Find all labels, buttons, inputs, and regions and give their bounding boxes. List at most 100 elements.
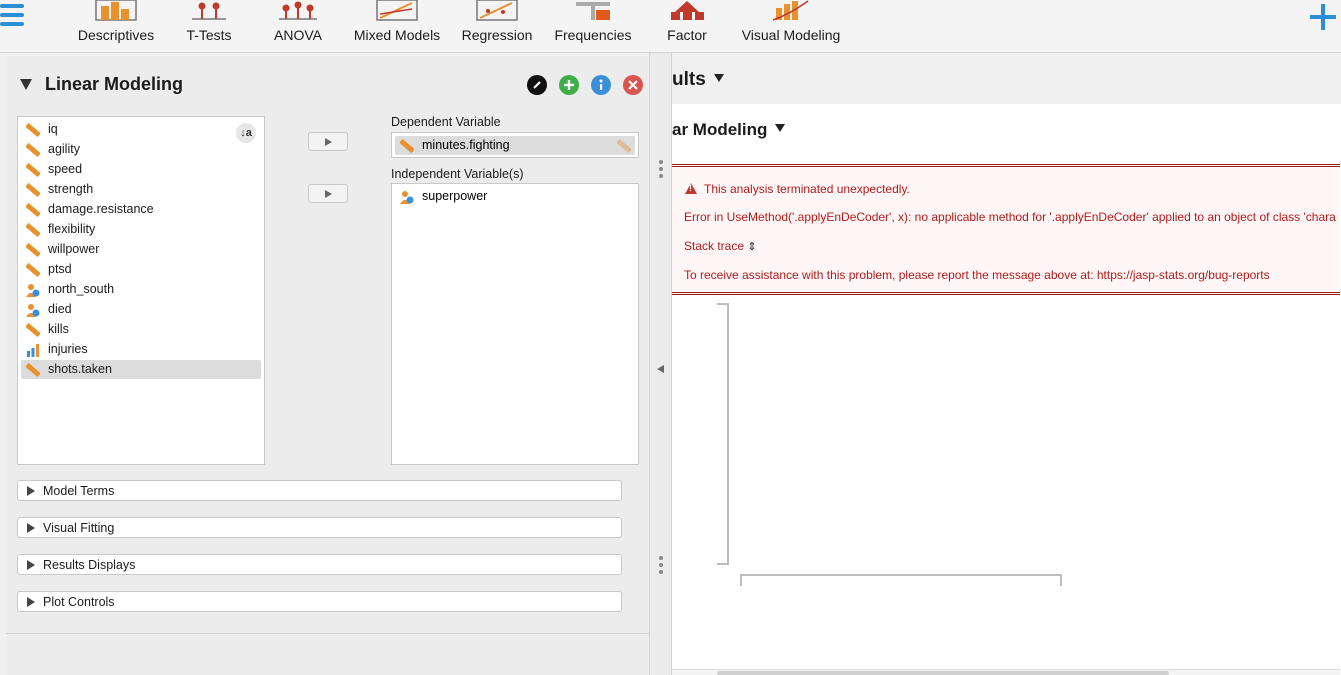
expand-icon	[27, 486, 35, 496]
nominal-variable-icon	[26, 284, 40, 297]
variable-name: injuries	[48, 342, 88, 356]
edit-title-button[interactable]	[527, 75, 547, 95]
drag-handle-icon[interactable]	[659, 160, 663, 181]
report-message: To receive assistance with this problem,…	[684, 268, 1270, 282]
expand-icon	[27, 560, 35, 570]
ordinal-variable-icon	[27, 344, 39, 357]
ribbon-label: Factor	[667, 27, 707, 43]
scale-variable-icon	[26, 243, 40, 257]
ribbon-label: Mixed Models	[353, 27, 441, 43]
collapse-panel-icon[interactable]	[657, 365, 664, 373]
dependent-variable-item[interactable]: minutes.fighting	[395, 136, 635, 155]
divider	[6, 633, 649, 634]
analysis-title[interactable]: Linear Modeling	[45, 74, 183, 95]
ribbon-label: Descriptives	[77, 27, 155, 43]
menu-icon[interactable]	[0, 2, 26, 30]
analysis-panel: Linear Modeling ↓a iq agility speed strengt…	[6, 56, 649, 675]
scale-variable-icon	[26, 263, 40, 277]
variable-name: iq	[48, 122, 58, 136]
add-module-icon[interactable]	[1308, 2, 1338, 32]
dependent-variable-label: Dependent Variable	[391, 115, 501, 129]
drag-handle-icon[interactable]	[659, 556, 663, 577]
ribbon-anova[interactable]: ANOVA	[268, 0, 328, 50]
section-results-displays[interactable]: Results Displays	[17, 554, 622, 575]
variable-list-item[interactable]: willpower	[21, 240, 261, 259]
results-panel: ults ar Modeling This analysis terminate…	[671, 53, 1341, 675]
expand-icon	[27, 523, 35, 533]
scale-variable-icon	[26, 223, 40, 237]
results-header: ults	[672, 53, 1341, 104]
variable-list-item[interactable]: damage.resistance	[21, 200, 261, 219]
section-visual-fitting[interactable]: Visual Fitting	[17, 517, 622, 538]
ribbon-ttests[interactable]: T-Tests	[178, 0, 240, 50]
independent-variables-label: Independent Variable(s)	[391, 167, 524, 181]
section-plot-controls[interactable]: Plot Controls	[17, 591, 622, 612]
dependent-variable-name: minutes.fighting	[422, 138, 510, 152]
mixed-models-icon	[376, 0, 418, 22]
ribbon-regression[interactable]: Regression	[458, 0, 536, 50]
ribbon-factor[interactable]: Factor	[660, 0, 714, 50]
variable-list-item[interactable]: strength	[21, 180, 261, 199]
independent-variables-box[interactable]: superpower	[391, 183, 639, 465]
available-variables-list[interactable]: ↓a iq agility speed strength damage.resistan…	[17, 116, 265, 465]
ribbon-descriptives[interactable]: Descriptives	[74, 0, 158, 50]
scale-variable-icon	[26, 163, 40, 177]
stack-trace-toggle[interactable]: Stack trace ⇕	[684, 239, 757, 253]
independent-variable-item[interactable]: superpower	[395, 187, 635, 206]
section-label: Model Terms	[43, 484, 115, 498]
warning-icon	[685, 183, 697, 194]
close-icon	[628, 80, 638, 90]
section-model-terms[interactable]: Model Terms	[17, 480, 622, 501]
factor-icon	[666, 0, 708, 22]
ribbon-visual-modeling[interactable]: Visual Modeling	[738, 0, 844, 50]
error-title: This analysis terminated unexpectedly.	[704, 182, 910, 196]
expand-icon	[27, 597, 35, 607]
duplicate-analysis-button[interactable]	[559, 75, 579, 95]
dependent-variable-box[interactable]: minutes.fighting	[391, 132, 639, 158]
scale-variable-icon	[26, 203, 40, 217]
dropdown-icon[interactable]	[775, 124, 786, 132]
variable-list-item[interactable]: north_south	[21, 280, 261, 299]
variable-list-item[interactable]: iq	[21, 120, 261, 139]
variable-list-item[interactable]: shots.taken	[21, 360, 261, 379]
ribbon-frequencies[interactable]: Frequencies	[550, 0, 636, 50]
scale-variable-icon	[26, 183, 40, 197]
anova-icon	[277, 0, 319, 22]
ribbon-toolbar: Descriptives T-Tests ANOVA Mixed Models …	[0, 0, 1341, 53]
move-to-dependent-button[interactable]	[308, 132, 348, 151]
collapse-analysis-icon[interactable]	[20, 79, 32, 90]
horizontal-scrollbar[interactable]	[672, 669, 1340, 675]
variable-name: damage.resistance	[48, 202, 154, 216]
scrollbar-thumb[interactable]	[717, 671, 1169, 675]
error-message: Error in UseMethod('.applyEnDeCoder', x)…	[684, 210, 1336, 224]
variable-name: ptsd	[48, 262, 72, 276]
variable-name: north_south	[48, 282, 115, 296]
variable-list-item[interactable]: kills	[21, 320, 261, 339]
variable-name: kills	[48, 322, 69, 336]
ribbon-label: ANOVA	[274, 27, 322, 43]
variable-list-item[interactable]: died	[21, 300, 261, 319]
scale-variable-icon	[26, 143, 40, 157]
close-analysis-button[interactable]	[623, 75, 643, 95]
pencil-icon	[533, 81, 541, 89]
variable-list-item[interactable]: agility	[21, 140, 261, 159]
variable-list-item[interactable]: ptsd	[21, 260, 261, 279]
visual-modeling-icon	[770, 0, 812, 22]
nominal-variable-icon	[400, 191, 414, 204]
variable-list-item[interactable]: speed	[21, 160, 261, 179]
info-button[interactable]	[591, 75, 611, 95]
variable-list-item[interactable]: flexibility	[21, 220, 261, 239]
ribbon-label: Regression	[461, 27, 533, 43]
variable-name: speed	[48, 162, 83, 176]
regression-icon	[476, 0, 518, 22]
dropdown-icon[interactable]	[713, 74, 724, 82]
plot-placeholder-bracket	[717, 303, 729, 565]
variable-list-item[interactable]: injuries	[21, 340, 261, 359]
move-to-independent-button[interactable]	[308, 184, 348, 203]
info-icon	[599, 79, 603, 90]
results-title[interactable]: ults	[672, 69, 724, 91]
analysis-result-title[interactable]: ar Modeling	[672, 120, 786, 140]
panel-splitter[interactable]	[649, 53, 671, 675]
ttests-icon	[188, 0, 230, 22]
ribbon-mixed-models[interactable]: Mixed Models	[350, 0, 444, 50]
